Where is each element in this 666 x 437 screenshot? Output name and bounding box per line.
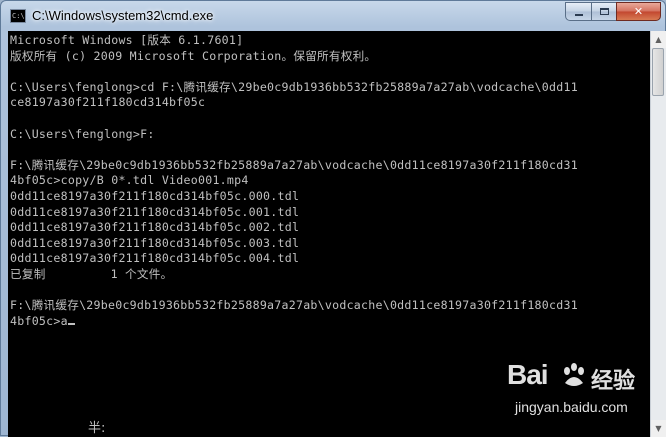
text-cursor (67, 322, 75, 325)
console-text: Microsoft Windows [版本 6.1.7601] 版权所有 (c)… (8, 31, 650, 329)
baidu-jingyan-watermark: Bai 经验 jingyan.baidu.com (507, 359, 637, 431)
watermark-logo: Bai (507, 359, 549, 390)
console-line: F:\腾讯缓存\29be0c9db1936bb532fb25889a7a27ab… (10, 157, 578, 172)
console-line: 已复制 1 个文件。 (10, 266, 173, 281)
title-bar[interactable]: C:\ C:\Windows\system32\cmd.exe ✕ (1, 1, 665, 31)
console-line: C:\Users\fenglong>cd F:\腾讯缓存\29be0c9db19… (10, 79, 578, 94)
scroll-down-button[interactable]: ▼ (651, 420, 666, 437)
console-line: F:\腾讯缓存\29be0c9db1936bb532fb25889a7a27ab… (10, 298, 578, 313)
scroll-down-arrow-icon: ▼ (655, 424, 662, 433)
scroll-up-button[interactable]: ▲ (651, 31, 666, 48)
maximize-icon (599, 8, 609, 15)
scrollbar-thumb[interactable] (652, 48, 664, 96)
window-title: C:\Windows\system32\cmd.exe (32, 8, 214, 23)
caption-buttons: ✕ (565, 2, 661, 22)
console-line: 0dd11ce8197a30f211f180cd314bf05c.003.tdl (10, 235, 300, 250)
console-line: Microsoft Windows [版本 6.1.7601] (10, 33, 244, 47)
console-history: Microsoft Windows [版本 6.1.7601] 版权所有 (c)… (10, 33, 578, 312)
console-line: 0dd11ce8197a30f211f180cd314bf05c.002.tdl (10, 220, 300, 235)
watermark-url: jingyan.baidu.com (515, 399, 628, 415)
vertical-scrollbar[interactable]: ▲ ▼ (650, 31, 666, 437)
paw-icon (564, 363, 584, 386)
close-icon: ✕ (633, 5, 644, 18)
console-line: 0dd11ce8197a30f211f180cd314bf05c.001.tdl (10, 204, 300, 219)
console-line: 0dd11ce8197a30f211f180cd314bf05c.000.tdl (10, 188, 300, 203)
ime-status: 半: (88, 421, 106, 436)
console-line: 4bf05c>copy/B 0*.tdl Video001.mp4 (10, 173, 249, 188)
console-line: 0dd11ce8197a30f211f180cd314bf05c.004.tdl (10, 251, 300, 266)
minimize-icon (574, 13, 583, 16)
watermark-jingyan: 经验 (591, 369, 636, 394)
console-prompt-line: 4bf05c>a (10, 313, 68, 328)
console-line: C:\Users\fenglong>F: (10, 126, 155, 141)
minimize-button[interactable] (565, 2, 592, 21)
console-line: ce8197a30f211f180cd314bf05c (10, 95, 206, 110)
cmd-window: C:\ C:\Windows\system32\cmd.exe ✕ Micros… (0, 0, 666, 437)
scroll-up-arrow-icon: ▲ (655, 35, 662, 44)
console-line: 版权所有 (c) 2009 Microsoft Corporation。保留所有… (10, 48, 377, 63)
close-button[interactable]: ✕ (616, 2, 661, 21)
cmd-app-icon[interactable]: C:\ (10, 9, 26, 23)
maximize-button[interactable] (591, 2, 617, 21)
